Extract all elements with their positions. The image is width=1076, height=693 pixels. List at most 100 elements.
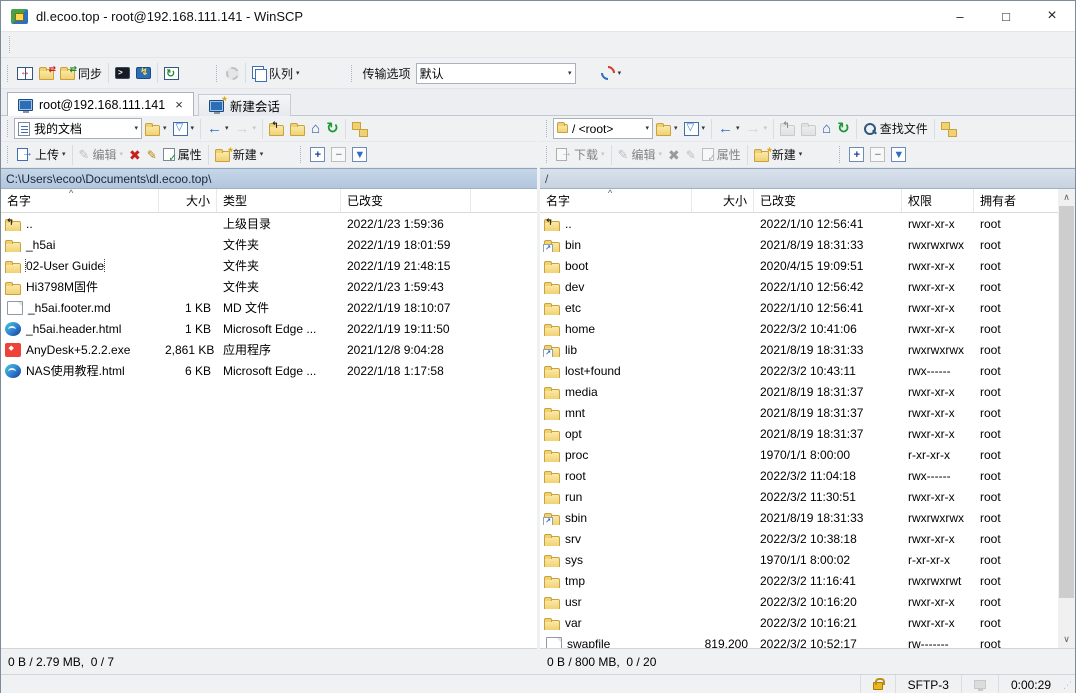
local-root-directory-button[interactable] — [287, 120, 308, 138]
remote-delete-button[interactable]: ✖ — [665, 146, 683, 164]
local-tree-button[interactable] — [349, 120, 371, 138]
toolbar-grip[interactable] — [351, 65, 354, 82]
upload-button[interactable]: 上传 — [14, 144, 69, 165]
toolbar-grip[interactable] — [546, 120, 549, 137]
column-header-name[interactable]: 名字^ — [540, 189, 692, 212]
remote-tree-button[interactable] — [938, 120, 960, 138]
menu-item[interactable] — [106, 42, 124, 48]
remote-select-same-button[interactable]: ▼ — [888, 145, 909, 164]
file-row[interactable]: bin 2021/8/19 18:31:33 rwxrwxrwx root — [540, 234, 1058, 255]
transfer-settings-button[interactable] — [598, 64, 625, 82]
chevron-down-icon[interactable] — [618, 70, 622, 77]
file-row[interactable]: media 2021/8/19 18:31:37 rwxr-xr-x root — [540, 381, 1058, 402]
menu-item[interactable] — [52, 42, 70, 48]
toolbar-grip[interactable] — [300, 146, 303, 163]
toolbar-grip[interactable] — [216, 65, 219, 82]
file-row[interactable]: run 2022/3/2 11:30:51 rwxr-xr-x root — [540, 486, 1058, 507]
chevron-down-icon[interactable] — [163, 125, 167, 132]
file-row[interactable]: swapfile 819,200 2022/3/2 10:52:17 rw---… — [540, 633, 1058, 648]
chevron-down-icon[interactable] — [764, 125, 768, 132]
remote-root-directory-button[interactable] — [798, 120, 819, 138]
menu-item[interactable] — [124, 42, 142, 48]
chevron-down-icon[interactable] — [702, 125, 706, 132]
menu-item[interactable] — [16, 42, 34, 48]
local-forward-button[interactable]: → — [232, 119, 260, 138]
remote-refresh-button[interactable]: ↻ — [834, 119, 853, 138]
file-row[interactable]: .. 2022/1/10 12:56:41 rwxr-xr-x root — [540, 213, 1058, 234]
toolbar-grip[interactable] — [839, 146, 842, 163]
local-edit-button[interactable]: ✎编辑 — [76, 144, 126, 165]
local-refresh-button[interactable]: ↻ — [323, 119, 342, 138]
open-terminal-button[interactable] — [112, 65, 133, 81]
local-select-button[interactable]: + — [307, 145, 328, 164]
scrollbar-thumb[interactable] — [1059, 206, 1074, 598]
remote-unselect-button[interactable]: − — [867, 145, 888, 164]
remote-home-button[interactable]: ⌂ — [819, 119, 834, 138]
chevron-down-icon[interactable] — [260, 151, 264, 158]
file-row[interactable]: lost+found 2022/3/2 10:43:11 rwx------ r… — [540, 360, 1058, 381]
file-row[interactable]: proc 1970/1/1 8:00:00 r-xr-xr-x root — [540, 444, 1058, 465]
tab-session-active[interactable]: root@192.168.111.141 × — [7, 92, 194, 116]
chevron-down-icon[interactable] — [296, 70, 300, 77]
local-new-button[interactable]: 新建 — [212, 144, 267, 165]
chevron-down-icon[interactable] — [119, 151, 123, 158]
download-button[interactable]: 下载 — [553, 144, 608, 165]
file-row[interactable]: sys 1970/1/1 8:00:02 r-xr-xr-x root — [540, 549, 1058, 570]
column-header-owner[interactable]: 拥有者 — [974, 189, 1058, 212]
file-row[interactable]: .. 上级目录 2022/1/23 1:59:36 — [1, 213, 537, 234]
file-row[interactable]: lib 2021/8/19 18:31:33 rwxrwxrwx root — [540, 339, 1058, 360]
chevron-down-icon[interactable] — [225, 125, 229, 132]
column-header-size[interactable]: 大小 — [692, 189, 754, 212]
menu-item[interactable] — [34, 42, 52, 48]
chevron-down-icon[interactable] — [799, 151, 803, 158]
column-header-modified[interactable]: 已改变 — [341, 189, 471, 212]
close-button[interactable]: × — [1029, 1, 1075, 31]
chevron-down-icon[interactable] — [191, 125, 195, 132]
chevron-down-icon[interactable] — [62, 151, 66, 158]
column-header-type[interactable]: 类型 — [217, 189, 341, 212]
toolbar-grip[interactable] — [7, 146, 10, 163]
maximize-button[interactable]: □ — [983, 1, 1029, 31]
local-properties-button[interactable]: 属性 — [160, 144, 205, 165]
remote-path-bar[interactable]: / — [540, 168, 1075, 189]
file-row[interactable]: Hi3798M固件 文件夹 2022/1/23 1:59:43 — [1, 276, 537, 297]
column-header-perms[interactable]: 权限 — [902, 189, 974, 212]
file-row[interactable]: srv 2022/3/2 10:38:18 rwxr-xr-x root — [540, 528, 1058, 549]
local-delete-button[interactable]: ✖ — [126, 146, 144, 164]
preferences-button[interactable] — [223, 65, 242, 82]
chevron-down-icon[interactable] — [736, 125, 740, 132]
chevron-down-icon[interactable] — [658, 151, 662, 158]
column-header-name[interactable]: 名字^ — [1, 189, 159, 212]
scroll-up-icon[interactable]: ∧ — [1058, 189, 1075, 206]
remote-edit-button[interactable]: ✎编辑 — [615, 144, 665, 165]
synchronize-button[interactable]: 同步 — [57, 63, 105, 84]
refresh-panels-button[interactable] — [161, 65, 182, 82]
local-location-combobox[interactable]: 我的文档 — [14, 118, 142, 139]
file-row[interactable]: NAS使用教程.html 6 KB Microsoft Edge ... 202… — [1, 360, 537, 381]
protocol-cell[interactable]: SFTP-3 — [895, 675, 961, 693]
file-row[interactable]: opt 2021/8/19 18:31:37 rwxr-xr-x root — [540, 423, 1058, 444]
remote-open-directory-button[interactable] — [653, 120, 681, 138]
file-row[interactable]: _h5ai.footer.md 1 KB MD 文件 2022/1/19 18:… — [1, 297, 537, 318]
file-row[interactable]: etc 2022/1/10 12:56:41 rwxr-xr-x root — [540, 297, 1058, 318]
toggle-panels-button[interactable] — [14, 65, 36, 82]
file-row[interactable]: _h5ai.header.html 1 KB Microsoft Edge ..… — [1, 318, 537, 339]
remote-select-button[interactable]: + — [846, 145, 867, 164]
file-row[interactable]: home 2022/3/2 10:41:06 rwxr-xr-x root — [540, 318, 1058, 339]
file-row[interactable]: 02-User Guide 文件夹 2022/1/19 21:48:15 — [1, 255, 537, 276]
local-rename-button[interactable]: ✎ — [144, 147, 160, 163]
file-row[interactable]: root 2022/3/2 11:04:18 rwx------ root — [540, 465, 1058, 486]
scroll-down-icon[interactable]: ∨ — [1058, 631, 1075, 648]
local-filter-button[interactable] — [170, 120, 198, 138]
resize-grip[interactable]: ⋰ — [1063, 675, 1075, 693]
column-header-modified[interactable]: 已改变 — [754, 189, 902, 212]
queue-button[interactable]: 队列 — [249, 63, 303, 84]
remote-new-button[interactable]: 新建 — [751, 144, 806, 165]
file-row[interactable]: var 2022/3/2 10:16:21 rwxr-xr-x root — [540, 612, 1058, 633]
remote-rename-button[interactable]: ✎ — [683, 147, 699, 163]
tab-new-session[interactable]: 新建会话 — [198, 94, 291, 116]
local-back-button[interactable]: ← — [204, 119, 232, 138]
toolbar-grip[interactable] — [546, 146, 549, 163]
menu-item[interactable] — [70, 42, 88, 48]
file-row[interactable]: tmp 2022/3/2 11:16:41 rwxrwxrwt root — [540, 570, 1058, 591]
